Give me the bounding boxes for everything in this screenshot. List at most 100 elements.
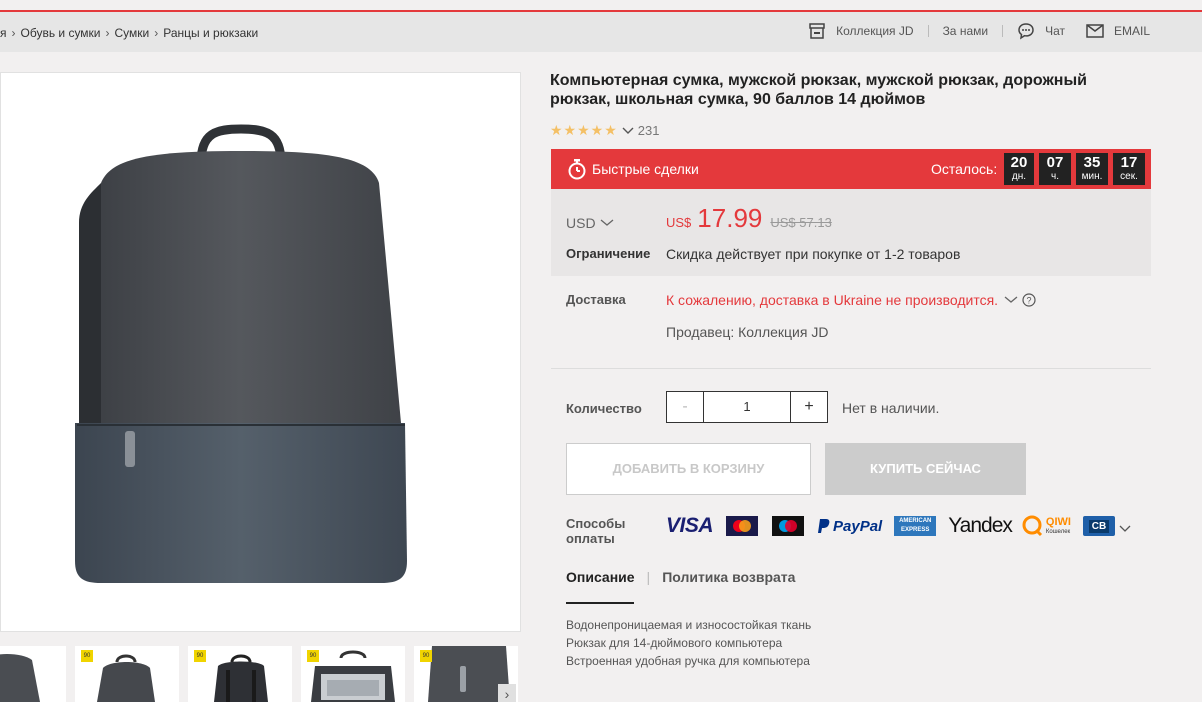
- timer-minutes-value: 35: [1083, 154, 1101, 171]
- thumbnail-badge: 90: [81, 650, 93, 662]
- timer-hours-value: 07: [1046, 154, 1064, 171]
- divider: [551, 368, 1151, 369]
- flash-deal-bar: Быстрые сделки Осталось: 20 дн. 07 ч. 35…: [551, 149, 1151, 189]
- price-panel: USD US$ 17.99 US$ 57.13 Ограничение Скидка…: [551, 189, 1151, 276]
- rating-stars: ★★★★★: [550, 122, 618, 138]
- amex-icon: AMERICAN EXPRESS: [894, 516, 937, 536]
- paypal-p-icon: [818, 519, 830, 533]
- yandex-icon: Yandex: [948, 514, 1013, 537]
- header-links: Коллекция JD За нами Чат EMAIL: [808, 22, 1150, 40]
- chevron-down-icon: [1004, 296, 1018, 303]
- payment-methods-label: Способы оплаты: [566, 516, 626, 546]
- time-remaining-label: Осталось:: [931, 161, 998, 177]
- limit-text: Скидка действует при покупке от 1-2 това…: [666, 246, 961, 262]
- chevron-down-icon: [622, 127, 634, 134]
- tab-return-policy[interactable]: Политика возврата: [662, 569, 795, 585]
- flash-deal-label: Быстрые сделки: [567, 158, 699, 180]
- follow-link[interactable]: За нами: [943, 24, 989, 38]
- shipping-message-text: К сожалению, доставка в Ukraine не произ…: [666, 292, 999, 308]
- thumbnail[interactable]: 90: [301, 646, 405, 702]
- timer-minutes-unit: мин.: [1081, 171, 1103, 182]
- chat-icon: [1018, 23, 1034, 40]
- store-link[interactable]: Коллекция JD: [808, 23, 914, 39]
- thumbnail[interactable]: [0, 646, 66, 702]
- thumbnail-badge: 90: [420, 650, 432, 662]
- store-link-label: Коллекция JD: [836, 24, 914, 38]
- visa-icon: VISA: [666, 514, 714, 537]
- product-main-image[interactable]: [0, 72, 521, 632]
- shipping-label: Доставка: [566, 292, 626, 307]
- tab-description[interactable]: Описание: [566, 569, 635, 585]
- description-line: Встроенная удобная ручка для компьютера: [566, 654, 810, 668]
- chat-link-label: Чат: [1045, 24, 1065, 38]
- thumbnail[interactable]: 90: [75, 646, 179, 702]
- paypal-text: PayPal: [833, 517, 883, 535]
- tab-separator: |: [646, 569, 651, 585]
- qiwi-logo-icon: [1022, 515, 1042, 537]
- timer-days-unit: дн.: [1011, 171, 1027, 182]
- help-icon[interactable]: ?: [1022, 293, 1036, 307]
- thumbnail-badge: 90: [307, 650, 319, 662]
- price-currency: US$: [666, 215, 692, 230]
- quantity-increase-button[interactable]: +: [790, 392, 827, 422]
- buy-now-button[interactable]: КУПИТЬ СЕЙЧАС: [825, 443, 1026, 495]
- email-link[interactable]: EMAIL: [1086, 24, 1150, 38]
- stock-status: Нет в наличии.: [842, 400, 940, 416]
- price: US$ 17.99 US$ 57.13: [666, 203, 832, 234]
- store-icon: [809, 23, 825, 39]
- email-icon: [1086, 24, 1104, 38]
- timer-seconds-unit: сек.: [1120, 171, 1138, 182]
- quantity-decrease-button[interactable]: -: [667, 392, 704, 422]
- chat-link[interactable]: Чат: [1017, 22, 1065, 40]
- limit-label: Ограничение: [566, 246, 651, 261]
- timer-seconds: 17 сек.: [1113, 153, 1145, 185]
- backpack-thumbnail-image: [0, 654, 40, 702]
- backpack-image: [75, 124, 407, 583]
- thumbnail[interactable]: 90: [188, 646, 292, 702]
- paypal-icon: PayPal: [818, 518, 882, 535]
- mastercard-icon: [726, 516, 759, 536]
- quantity-input[interactable]: 1: [704, 392, 790, 422]
- breadcrumb-item[interactable]: Сумки: [115, 26, 150, 40]
- quantity-label: Количество: [566, 401, 642, 416]
- add-to-cart-button[interactable]: ДОБАВИТЬ В КОРЗИНУ: [566, 443, 811, 495]
- timer-days: 20 дн.: [1004, 153, 1034, 185]
- maestro-icon: [772, 516, 805, 536]
- breadcrumb: я › Обувь и сумки › Сумки › Ранцы и рюкзаки: [0, 26, 258, 40]
- cb-text: CB: [1088, 519, 1110, 533]
- active-tab-indicator: [566, 602, 634, 604]
- divider: [1075, 25, 1076, 37]
- description: Водонепроницаемая и износостойкая ткань …: [566, 616, 811, 670]
- shipping-message[interactable]: К сожалению, доставка в Ukraine не произ…: [666, 292, 1036, 308]
- breadcrumb-item[interactable]: Обувь и сумки: [21, 26, 101, 40]
- currency-select[interactable]: USD: [566, 215, 614, 231]
- svg-text:?: ?: [1027, 296, 1032, 306]
- review-count: 231: [637, 123, 660, 138]
- timer-hours: 07 ч.: [1039, 153, 1071, 185]
- cb-icon: CB: [1082, 516, 1115, 536]
- description-line: Водонепроницаемая и износостойкая ткань: [566, 618, 812, 632]
- amex-text: AMERICAN EXPRESS: [899, 518, 932, 533]
- qiwi-name: QIWI: [1045, 515, 1071, 528]
- breadcrumb-item[interactable]: я: [0, 26, 7, 40]
- qiwi-text: QIWI Кошелек: [1045, 515, 1071, 536]
- timer-days-value: 20: [1010, 154, 1028, 171]
- thumbnail-next-arrow[interactable]: ›: [498, 684, 516, 702]
- chevron-down-icon: [600, 219, 613, 226]
- breadcrumb-separator: ›: [11, 26, 16, 40]
- breadcrumb-separator: ›: [154, 26, 159, 40]
- rating[interactable]: ★★★★★ 231: [550, 122, 659, 139]
- thumbnail-strip: 90 90 90 90 ›: [0, 646, 521, 702]
- divider: [1002, 25, 1004, 37]
- breadcrumb-separator: ›: [105, 26, 110, 40]
- chevron-down-icon[interactable]: [1119, 525, 1131, 533]
- breadcrumb-item[interactable]: Ранцы и рюкзаки: [163, 26, 258, 40]
- price-value: 17.99: [697, 203, 763, 233]
- divider: [927, 25, 929, 37]
- email-link-label: EMAIL: [1113, 24, 1150, 38]
- product-tabs: Описание | Политика возврата: [566, 569, 795, 585]
- timer-seconds-value: 17: [1120, 154, 1138, 171]
- product-title: Компьютерная сумка, мужской рюкзак, мужс…: [550, 72, 1087, 108]
- seller-info[interactable]: Продавец: Коллекция JD: [666, 324, 828, 340]
- thumbnail[interactable]: 90 ›: [414, 646, 518, 702]
